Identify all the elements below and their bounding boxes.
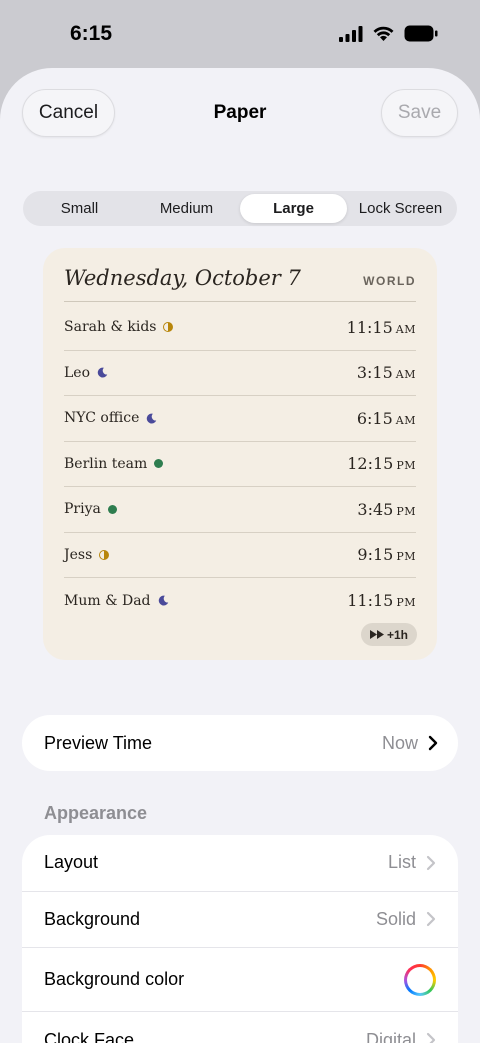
- background-value: Solid: [375, 908, 416, 929]
- moon-icon: [97, 367, 108, 378]
- green-dot-icon: [107, 504, 117, 514]
- widget-row-name: Leo: [64, 364, 91, 381]
- widget-row-ampm: AM: [395, 413, 416, 427]
- widget-row-ampm: PM: [396, 550, 416, 564]
- layout-value: List: [387, 852, 416, 873]
- widget-row-name: Mum & Dad: [64, 592, 151, 609]
- wifi-icon: [373, 26, 394, 41]
- tab-small[interactable]: Small: [26, 194, 133, 223]
- green-dot-icon: [154, 459, 164, 469]
- battery-icon: [404, 25, 438, 42]
- clock-face-value: Digital: [365, 1029, 416, 1043]
- time-offset-label: +1h: [386, 627, 408, 642]
- chevron-right-icon: [428, 735, 438, 751]
- background-color-label: Background color: [44, 969, 185, 989]
- preview-time-row[interactable]: Preview Time Now: [22, 715, 458, 771]
- widget-row-ampm: AM: [395, 322, 416, 336]
- widget-world-label: WORLD: [363, 274, 416, 288]
- fast-forward-icon: [369, 630, 384, 639]
- widget-rows: Sarah & kids 11:15 AM Leo 3:15 AM NYC offi…: [64, 305, 416, 624]
- widget-row-name: Sarah & kids: [64, 319, 157, 336]
- widget-row-time: 3:15: [356, 363, 393, 383]
- appearance-group: Layout List Background Solid Background …: [22, 835, 458, 1043]
- widget-row-ampm: PM: [396, 459, 416, 473]
- widget-row-time: 9:15: [357, 545, 394, 565]
- widget-preview: Wednesday, October 7 WORLD Sarah & kids …: [43, 248, 437, 660]
- widget-row-time: 6:15: [356, 408, 393, 428]
- status-icons: [339, 25, 438, 42]
- tab-large[interactable]: Large: [240, 194, 347, 223]
- half-sun-icon: [163, 322, 174, 333]
- clock-face-label: Clock Face: [44, 1029, 135, 1043]
- clock-face-row[interactable]: Clock Face Digital: [22, 1012, 458, 1043]
- widget-row: Mum & Dad 11:15 PM: [64, 578, 416, 624]
- settings-sheet: Cancel Paper Save Small Medium Large Loc…: [0, 68, 480, 1043]
- save-button[interactable]: Save: [381, 89, 458, 137]
- moon-icon: [158, 595, 168, 606]
- widget-row-name: Jess: [64, 546, 93, 563]
- color-picker-well[interactable]: [404, 963, 436, 996]
- widget-row-name: NYC office: [64, 410, 140, 427]
- widget-row: Sarah & kids 11:15 AM: [64, 305, 416, 351]
- time-offset-badge: +1h: [360, 623, 417, 646]
- appearance-section-header: Appearance: [44, 803, 148, 823]
- layout-label: Layout: [44, 852, 99, 873]
- tab-medium[interactable]: Medium: [133, 194, 240, 223]
- widget-row: Leo 3:15 AM: [64, 351, 416, 396]
- widget-row-time: 11:15: [346, 317, 393, 337]
- widget-row-ampm: PM: [396, 596, 416, 610]
- widget-row: Jess 9:15 PM: [64, 533, 416, 578]
- widget-row: Priya 3:45 PM: [64, 487, 416, 533]
- widget-row: Berlin team 12:15 PM: [64, 442, 416, 487]
- chevron-right-icon: [426, 1033, 436, 1043]
- widget-row-name: Priya: [64, 501, 101, 518]
- moon-icon: [147, 413, 157, 424]
- status-bar: 6:15: [0, 0, 480, 66]
- widget-row-ampm: AM: [395, 368, 416, 382]
- widget-header: Wednesday, October 7 WORLD: [64, 266, 416, 302]
- widget-size-segmented-control: Small Medium Large Lock Screen: [23, 191, 457, 226]
- widget-date: Wednesday, October 7: [64, 266, 301, 290]
- widget-row-time: 3:45: [357, 499, 394, 519]
- widget-row: NYC office 6:15 AM: [64, 396, 416, 442]
- tab-lock-screen[interactable]: Lock Screen: [347, 194, 454, 223]
- background-label: Background: [44, 908, 141, 929]
- background-row[interactable]: Background Solid: [22, 892, 458, 948]
- half-sun-icon: [99, 549, 110, 560]
- widget-row-time: 11:15: [347, 591, 394, 611]
- chevron-right-icon: [426, 912, 436, 927]
- widget-row-ampm: PM: [396, 504, 416, 518]
- widget-row-name: Berlin team: [64, 455, 148, 472]
- status-time: 6:15: [70, 22, 113, 45]
- preview-time-label: Preview Time: [44, 732, 153, 753]
- chevron-right-icon: [426, 855, 436, 870]
- background-color-row[interactable]: Background color: [22, 948, 458, 1012]
- preview-time-value: Now: [381, 732, 418, 753]
- widget-row-time: 12:15: [347, 454, 394, 474]
- cellular-signal-icon: [339, 25, 363, 42]
- layout-row[interactable]: Layout List: [22, 835, 458, 892]
